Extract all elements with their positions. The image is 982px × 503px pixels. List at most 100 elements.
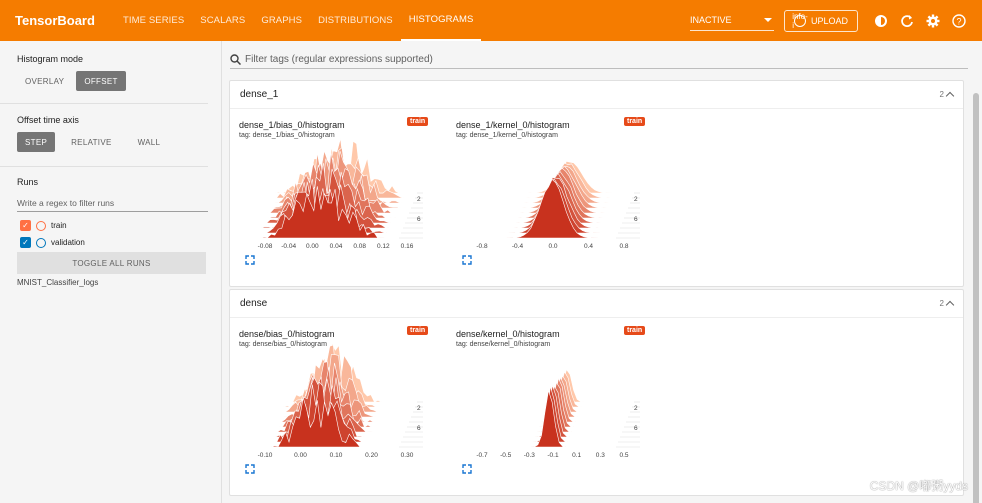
inactive-plugins-select[interactable]: INACTIVE	[689, 11, 774, 31]
x-tick-label: -0.3	[524, 452, 536, 459]
tag-filter-input[interactable]: Filter tags (regular expressions support…	[230, 51, 968, 69]
x-tick-label: 0.5	[619, 452, 628, 459]
group-card-dense-1: dense_1 2 dense_1/bias_0/histogram tag: d…	[229, 80, 964, 287]
toggle-all-runs-button[interactable]: TOGGLE ALL RUNS	[17, 252, 206, 274]
top-app-bar: TensorBoard TIME SERIES SCALARS GRAPHS D…	[0, 0, 982, 41]
wall-button[interactable]: WALL	[130, 132, 169, 152]
upload-label: UPLOAD	[810, 15, 848, 26]
histogram-plot: -0.10 0.00 0.10 0.20 0.30 2 6	[257, 341, 423, 459]
y-tick-label: 2	[634, 405, 638, 412]
group-count: 2	[939, 299, 944, 308]
watermark: CSDN @嘟粥yyds	[869, 479, 968, 493]
run-label: train	[51, 221, 67, 230]
y-tick-label: 6	[634, 216, 638, 223]
x-tick-label: 0.3	[596, 452, 605, 459]
settings-icon[interactable]	[920, 8, 946, 34]
x-tick-label: 0.0	[548, 243, 557, 250]
histogram-chart: dense_1/bias_0/histogram tag: dense_1/bia…	[239, 117, 449, 270]
runs-title: Runs	[17, 177, 39, 187]
offset-axis-toggle: STEP RELATIVE WALL	[17, 132, 168, 152]
x-tick-label: -0.5	[500, 452, 512, 459]
x-tick-label: 0.20	[365, 452, 378, 459]
histogram-chart: dense/kernel_0/histogram tag: dense/kerne…	[456, 326, 666, 479]
x-tick-label: -0.08	[258, 243, 273, 250]
y-tick-label: 6	[417, 216, 421, 223]
histogram-mode-title: Histogram mode	[17, 54, 84, 64]
chevron-up-icon[interactable]	[945, 300, 955, 310]
tab-histograms[interactable]: HISTOGRAMS	[400, 0, 482, 41]
refresh-icon[interactable]	[894, 8, 920, 34]
x-tick-label: -0.4	[512, 243, 524, 250]
checkbox-checked-icon[interactable]: ✓	[20, 220, 31, 231]
x-tick-label: -0.04	[281, 243, 296, 250]
group-name: dense_1	[240, 89, 279, 100]
inactive-select-value: INACTIVE	[689, 15, 732, 25]
app-brand: TensorBoard	[15, 13, 95, 28]
expand-icon[interactable]	[462, 464, 472, 474]
expand-icon[interactable]	[462, 255, 472, 265]
x-tick-label: -0.1	[547, 452, 559, 459]
histogram-slice	[474, 390, 616, 448]
run-label: validation	[51, 238, 85, 247]
x-tick-label: 0.4	[584, 243, 593, 250]
histogram-mode-toggle: OVERLAY OFFSET	[17, 71, 126, 91]
run-color-icon[interactable]	[36, 220, 46, 231]
x-tick-label: -0.7	[476, 452, 488, 459]
histogram-plot: -0.8 -0.4 0.0 0.4 0.8 2 6	[474, 160, 640, 250]
x-tick-label: -0.8	[476, 243, 488, 250]
x-tick-label: 0.16	[401, 243, 414, 250]
tab-distributions[interactable]: DISTRIBUTIONS	[310, 0, 401, 41]
divider	[0, 103, 208, 104]
main-panel: Filter tags (regular expressions support…	[222, 41, 982, 503]
x-tick-label: 0.10	[330, 452, 343, 459]
divider	[0, 166, 208, 167]
group-count: 2	[939, 90, 944, 99]
theme-icon[interactable]	[868, 8, 894, 34]
scrollbar[interactable]	[973, 93, 979, 503]
run-item-train[interactable]: ✓ train	[20, 220, 67, 231]
x-tick-label: -0.10	[258, 452, 273, 459]
chevron-up-icon[interactable]	[945, 91, 955, 101]
expand-icon[interactable]	[245, 255, 255, 265]
tab-scalars[interactable]: SCALARS	[192, 0, 253, 41]
offset-axis-title: Offset time axis	[17, 115, 79, 125]
run-item-validation[interactable]: ✓ validation	[20, 237, 85, 248]
histogram-chart: dense_1/kernel_0/histogram tag: dense_1/k…	[456, 117, 666, 270]
x-tick-label: 0.04	[330, 243, 343, 250]
x-tick-label: 0.00	[294, 452, 307, 459]
histogram-plot: -0.08 -0.04 0.00 0.04 0.08 0.12 0.16 2 6	[257, 138, 423, 250]
y-tick-label: 2	[417, 196, 421, 203]
relative-button[interactable]: RELATIVE	[63, 132, 120, 152]
run-color-icon[interactable]	[36, 237, 46, 248]
x-tick-label: 0.12	[377, 243, 390, 250]
plugin-tabs: TIME SERIES SCALARS GRAPHS DISTRIBUTIONS…	[115, 0, 482, 41]
sidebar: Histogram mode OVERLAY OFFSET Offset tim…	[0, 41, 222, 503]
x-tick-label: 0.1	[572, 452, 581, 459]
help-icon[interactable]: ?	[946, 8, 972, 34]
filter-placeholder: Filter tags (regular expressions support…	[245, 54, 433, 65]
info-icon: info-i	[792, 11, 808, 30]
y-tick-label: 2	[634, 196, 638, 203]
svg-text:?: ?	[956, 16, 961, 26]
tab-time-series[interactable]: TIME SERIES	[115, 0, 192, 41]
x-tick-label: 0.00	[306, 243, 319, 250]
y-tick-label: 6	[417, 425, 421, 432]
run-regex-input[interactable]: Write a regex to filter runs	[17, 194, 208, 212]
group-card-dense: dense 2 dense/bias_0/histogram tag: dense…	[229, 289, 964, 496]
step-button[interactable]: STEP	[17, 132, 56, 152]
group-header[interactable]: dense 2	[230, 290, 963, 318]
group-name: dense	[240, 298, 268, 309]
checkbox-checked-icon[interactable]: ✓	[20, 237, 31, 248]
x-tick-label: 0.30	[401, 452, 414, 459]
expand-icon[interactable]	[245, 464, 255, 474]
histogram-chart: dense/bias_0/histogram tag: dense/bias_0/…	[239, 326, 449, 479]
tab-graphs[interactable]: GRAPHS	[253, 0, 310, 41]
group-header[interactable]: dense_1 2	[230, 81, 963, 109]
upload-button[interactable]: info-i UPLOAD	[783, 9, 858, 32]
dropdown-caret-icon	[763, 18, 772, 22]
overlay-button[interactable]: OVERLAY	[17, 71, 72, 91]
offset-button[interactable]: OFFSET	[76, 71, 126, 91]
y-tick-label: 6	[634, 425, 638, 432]
search-icon	[230, 54, 241, 65]
x-tick-label: 0.08	[353, 243, 366, 250]
